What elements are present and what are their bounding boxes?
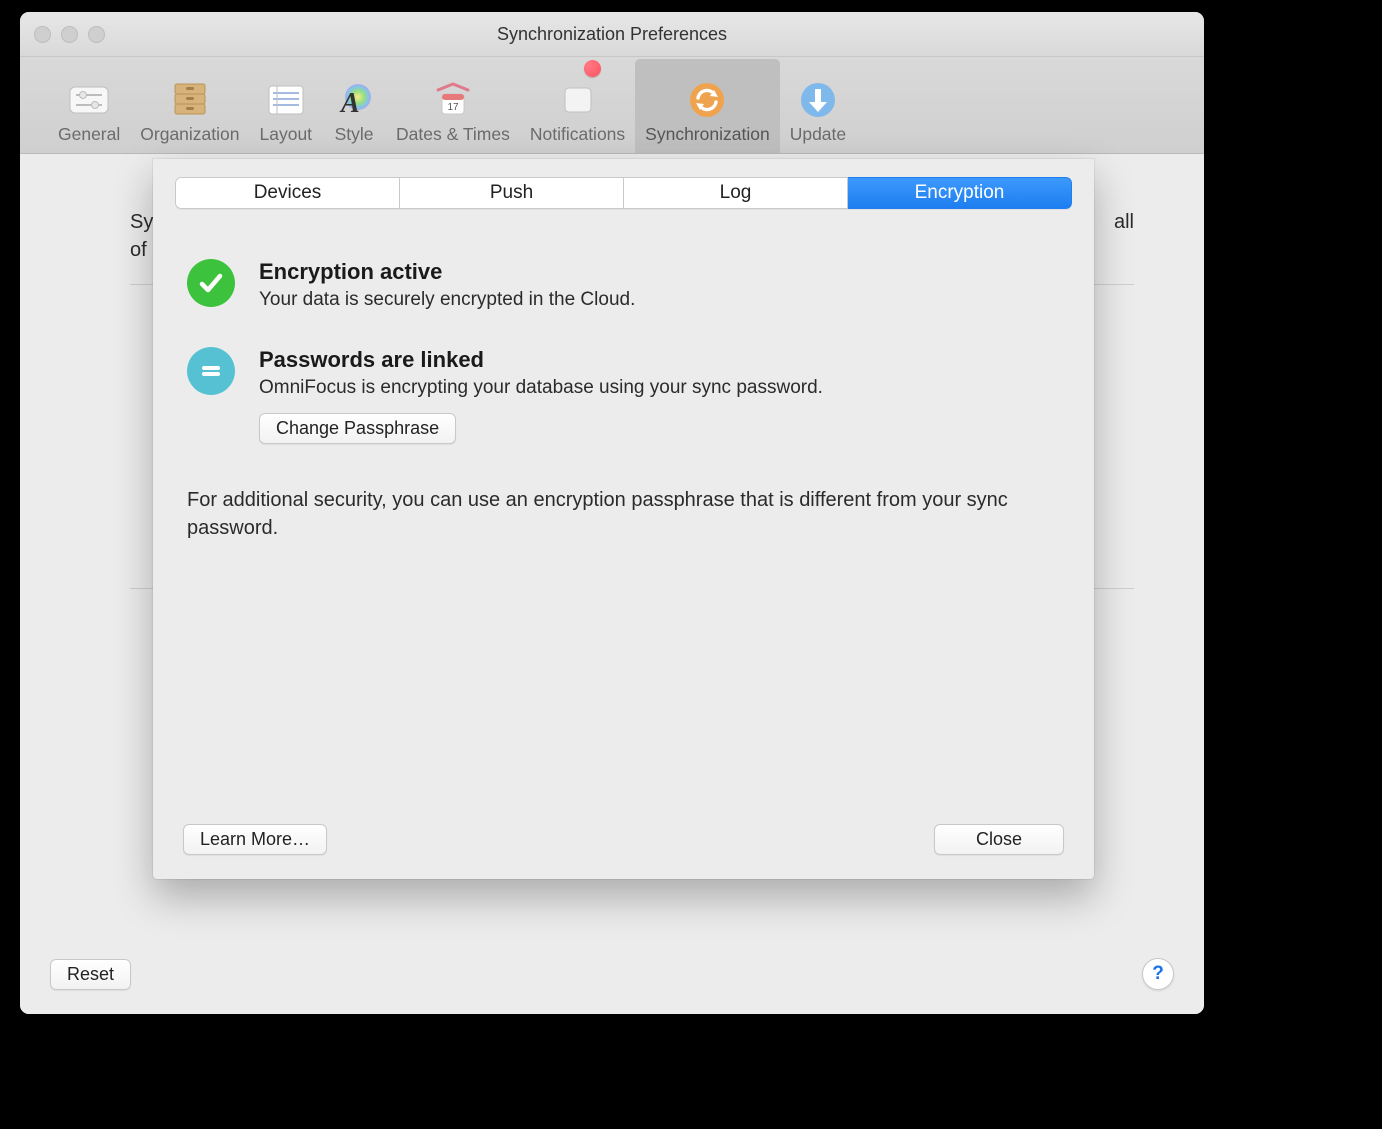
reset-button[interactable]: Reset xyxy=(50,959,131,990)
close-button[interactable]: Close xyxy=(934,824,1064,855)
tab-label: Layout xyxy=(260,124,313,145)
tab-update[interactable]: Update xyxy=(780,59,856,153)
passwords-linked-section: Passwords are linked OmniFocus is encryp… xyxy=(175,347,1072,444)
sheet-body: Encryption active Your data is securely … xyxy=(175,209,1072,824)
sliders-icon xyxy=(67,80,111,120)
download-icon xyxy=(796,80,840,120)
tab-general[interactable]: General xyxy=(48,59,130,153)
encryption-hint: For additional security, you can use an … xyxy=(187,486,1060,542)
tab-label: Update xyxy=(790,124,846,145)
tab-label: General xyxy=(58,124,120,145)
checkmark-icon xyxy=(187,259,235,307)
sheet-tabs: Devices Push Log Encryption xyxy=(175,177,1072,209)
content-area: Sy all of Devices Push Log Encryption xyxy=(20,154,1204,1014)
passwords-linked-title: Passwords are linked xyxy=(259,347,823,373)
traffic-lights xyxy=(34,26,105,43)
sync-sheet: Devices Push Log Encryption Encryption a… xyxy=(153,159,1094,879)
sheet-tab-encryption[interactable]: Encryption xyxy=(848,177,1072,209)
svg-text:17: 17 xyxy=(447,102,459,113)
help-button[interactable]: ? xyxy=(1142,958,1174,990)
preferences-window: Synchronization Preferences General xyxy=(20,12,1204,1014)
tab-dates-times[interactable]: 17 Dates & Times xyxy=(386,59,520,153)
window-title: Synchronization Preferences xyxy=(497,24,727,45)
sheet-tab-push[interactable]: Push xyxy=(400,177,624,209)
layout-icon xyxy=(264,80,308,120)
tab-label: Notifications xyxy=(530,124,625,145)
tab-label: Synchronization xyxy=(645,124,770,145)
font-style-icon: A xyxy=(332,80,376,120)
tab-synchronization[interactable]: Synchronization xyxy=(635,59,780,153)
notification-badge-icon xyxy=(584,60,601,77)
help-icon: ? xyxy=(1152,963,1164,985)
tab-organization[interactable]: Organization xyxy=(130,59,249,153)
encryption-active-subtitle: Your data is securely encrypted in the C… xyxy=(259,289,635,311)
link-icon xyxy=(187,347,235,395)
calendar-icon: 17 xyxy=(431,80,475,120)
learn-more-button[interactable]: Learn More… xyxy=(183,824,327,855)
titlebar: Synchronization Preferences xyxy=(20,12,1204,57)
sheet-footer: Learn More… Close xyxy=(175,824,1072,861)
tab-style[interactable]: A Style xyxy=(322,59,386,153)
drawers-icon xyxy=(168,80,212,120)
svg-text:A: A xyxy=(339,88,360,118)
bg-line1-prefix: Sy xyxy=(130,211,153,233)
sheet-tab-log[interactable]: Log xyxy=(624,177,848,209)
minimize-window-button[interactable] xyxy=(61,26,78,43)
sheet-tab-devices[interactable]: Devices xyxy=(175,177,400,209)
bg-line1-suffix: all xyxy=(1114,208,1134,236)
tab-layout[interactable]: Layout xyxy=(250,59,323,153)
tab-label: Dates & Times xyxy=(396,124,510,145)
sync-icon xyxy=(685,80,729,120)
encryption-active-title: Encryption active xyxy=(259,259,635,285)
tab-label: Organization xyxy=(140,124,239,145)
close-window-button[interactable] xyxy=(34,26,51,43)
zoom-window-button[interactable] xyxy=(88,26,105,43)
change-passphrase-button[interactable]: Change Passphrase xyxy=(259,413,456,444)
notification-icon xyxy=(556,80,600,120)
preferences-toolbar: General Organization xyxy=(20,57,1204,154)
tab-label: Style xyxy=(335,124,374,145)
tab-notifications[interactable]: Notifications xyxy=(520,59,635,153)
encryption-active-section: Encryption active Your data is securely … xyxy=(175,259,1072,311)
passwords-linked-subtitle: OmniFocus is encrypting your database us… xyxy=(259,377,823,399)
